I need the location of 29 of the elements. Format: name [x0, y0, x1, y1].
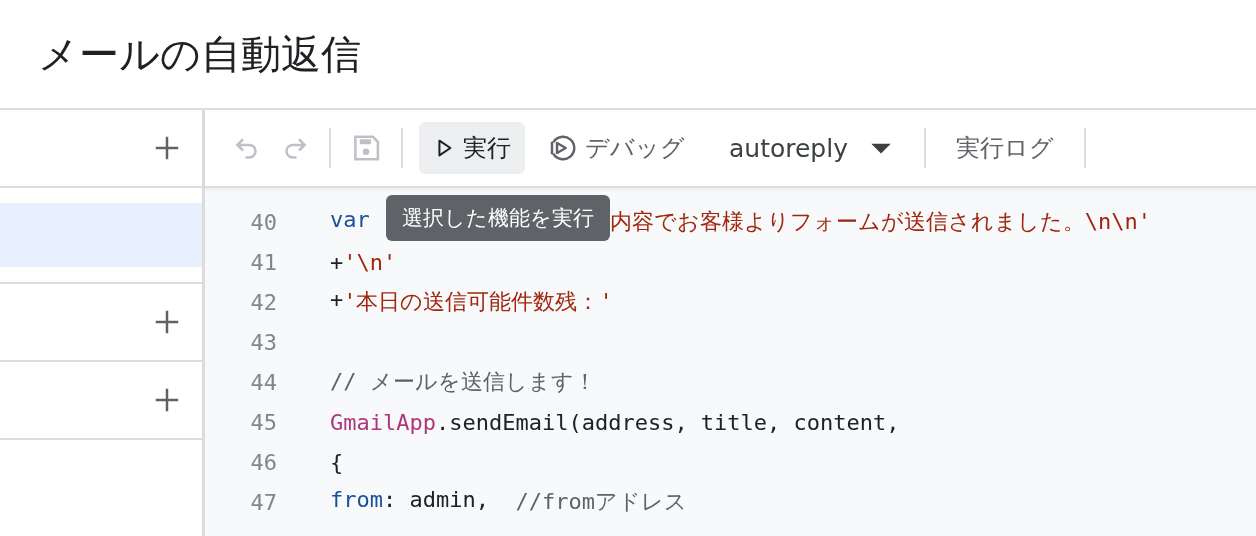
execution-log-button[interactable]: 実行ログ — [942, 122, 1068, 174]
save-icon — [351, 133, 381, 163]
page-title: メールの自動返信 — [38, 29, 361, 79]
debug-button[interactable]: デバッグ — [533, 122, 699, 174]
sidebar-item[interactable] — [0, 203, 202, 267]
code-token: var — [330, 207, 370, 234]
code-token: 内容でお客様よりフォームが送信されました。\n\n' — [609, 208, 1151, 236]
line-number: 43 — [249, 329, 277, 355]
code-token: { — [330, 449, 344, 475]
line-number: 46 — [249, 449, 277, 475]
line-number: 40 — [249, 209, 277, 235]
code-token: : admin, — [383, 487, 490, 514]
tooltip: 選択した機能を実行 — [386, 195, 610, 241]
code-token: + — [330, 249, 344, 275]
function-dropdown[interactable]: autoreply — [715, 122, 908, 174]
line-number: 41 — [249, 249, 277, 275]
code-token: from — [330, 487, 383, 514]
code-token: '\n' — [343, 249, 397, 275]
code-token: // メールを送信します！ — [330, 368, 596, 396]
code-token: //fromアドレス — [515, 488, 687, 516]
line-number: 42 — [249, 289, 277, 315]
run-button[interactable]: 実行 — [419, 122, 525, 174]
line-number: 47 — [249, 489, 277, 515]
code-token: '本日の送信可能件数残：' — [343, 288, 613, 316]
code-token: GmailApp — [330, 409, 436, 435]
line-number: 44 — [249, 369, 277, 395]
code-token: .sendEmail(address, title, content, — [435, 409, 900, 435]
code-token: + — [330, 287, 344, 314]
line-number: 45 — [249, 409, 277, 435]
